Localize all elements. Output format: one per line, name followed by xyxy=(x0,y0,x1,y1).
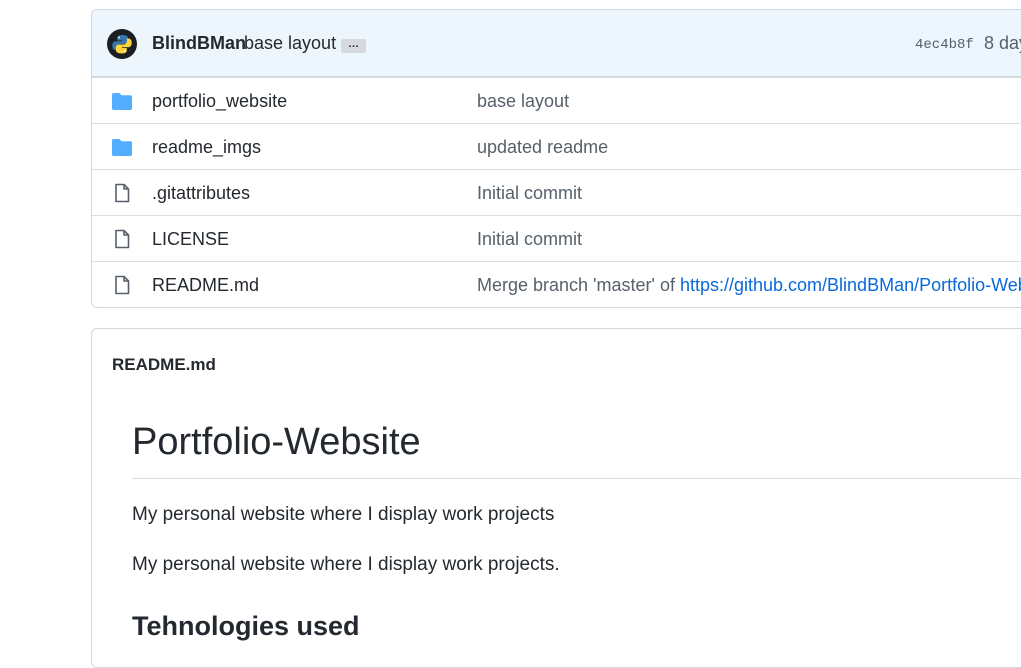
file-row: .gitattributes Initial commit xyxy=(92,169,1021,215)
readme-title-link[interactable]: README.md xyxy=(112,355,216,375)
readme-paragraph: My personal website where I display work… xyxy=(132,504,555,525)
file-row: readme_imgs updated readme xyxy=(92,123,1021,169)
commit-url-link[interactable]: https://github.com/BlindBMan/Portfolio-W… xyxy=(680,275,1021,295)
file-row: portfolio_website base layout xyxy=(92,77,1021,123)
commit-time: 8 days ago xyxy=(984,33,1021,53)
commit-message-link[interactable]: base layout xyxy=(244,33,336,54)
readme-subheading: Tehnologies used xyxy=(132,611,360,641)
file-commit-message-link[interactable]: base layout xyxy=(477,91,569,112)
file-commit-message-link[interactable]: updated readme xyxy=(477,137,608,158)
heading-divider xyxy=(132,478,1021,479)
commit-sha-link[interactable]: 4ec4b8f xyxy=(915,37,974,53)
file-icon xyxy=(111,275,133,295)
file-row: README.md Merge branch 'master' of https… xyxy=(92,261,1021,307)
author-avatar[interactable] xyxy=(107,29,137,59)
readme-panel: README.md Portfolio-Website My personal … xyxy=(91,328,1021,668)
file-icon xyxy=(111,229,133,249)
folder-icon xyxy=(111,137,133,157)
readme-heading: Portfolio-Website xyxy=(132,421,421,463)
file-commit-message: Merge branch 'master' of https://github.… xyxy=(477,275,1021,296)
file-commit-message-link[interactable]: Initial commit xyxy=(477,229,582,250)
file-list: BlindBMan base layout … 4ec4b8f 8 days a… xyxy=(91,9,1021,308)
file-name-link[interactable]: readme_imgs xyxy=(152,137,261,158)
folder-icon xyxy=(111,91,133,111)
file-row: LICENSE Initial commit xyxy=(92,215,1021,261)
file-icon xyxy=(111,183,133,203)
latest-commit-bar: BlindBMan base layout … 4ec4b8f 8 days a… xyxy=(92,10,1021,77)
file-name-link[interactable]: .gitattributes xyxy=(152,183,250,204)
file-name-link[interactable]: LICENSE xyxy=(152,229,229,250)
file-name-link[interactable]: README.md xyxy=(152,275,259,296)
file-commit-message-link[interactable]: Initial commit xyxy=(477,183,582,204)
file-commit-message-text: Merge branch 'master' of xyxy=(477,275,680,295)
commit-author-link[interactable]: BlindBMan xyxy=(152,33,246,54)
readme-paragraph: My personal website where I display work… xyxy=(132,554,560,575)
file-name-link[interactable]: portfolio_website xyxy=(152,91,287,112)
python-logo-icon xyxy=(112,35,132,54)
expand-commit-button[interactable]: … xyxy=(341,39,366,53)
